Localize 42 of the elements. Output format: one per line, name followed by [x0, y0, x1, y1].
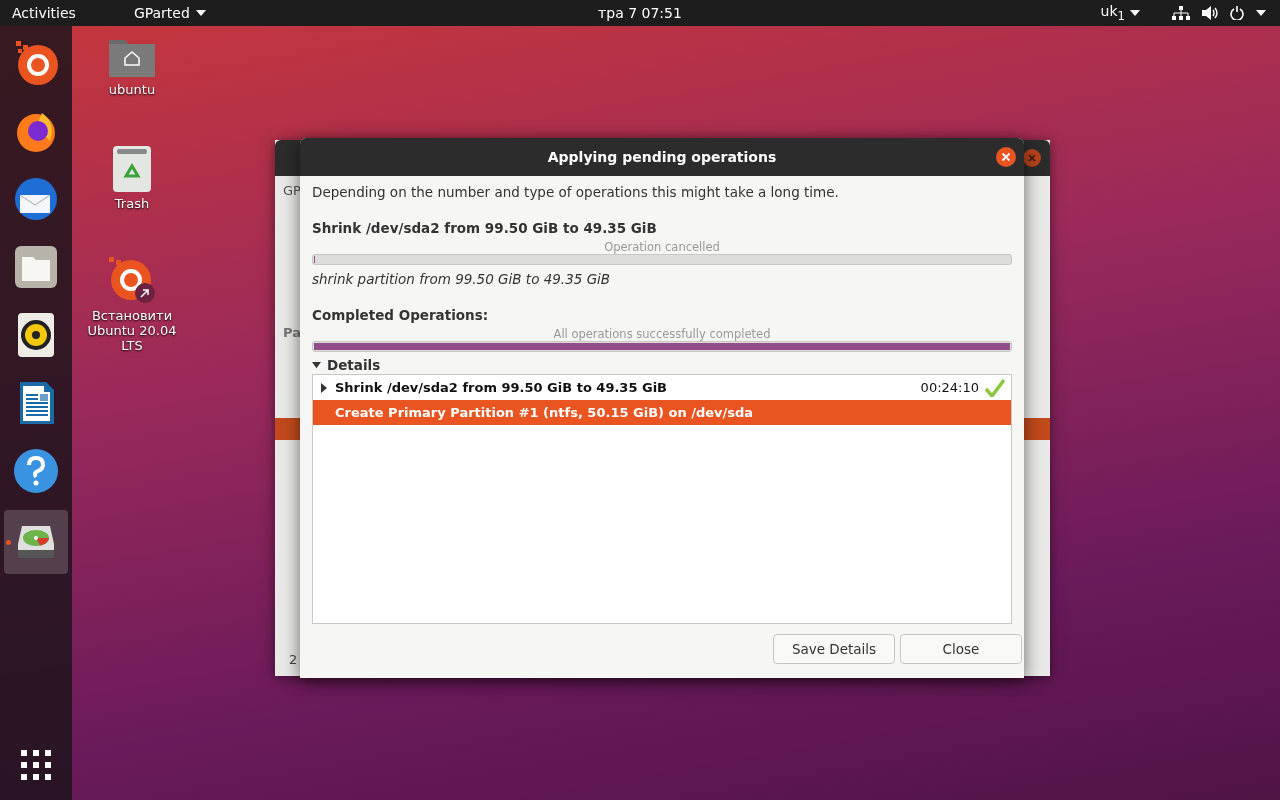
completed-title: Completed Operations:: [312, 307, 490, 323]
dialog-button[interactable]: Save Details: [773, 634, 895, 664]
row-highlight: [275, 418, 300, 440]
show-apps-icon[interactable]: [21, 750, 51, 780]
desktop-icon-label[interactable]: ubuntu: [82, 82, 182, 97]
activities-button[interactable]: Activities: [0, 5, 88, 21]
tree-row[interactable]: Create Primary Partition #1 (ntfs, 50.15 GiB) on /dev/sda: [313, 400, 1011, 425]
help-icon[interactable]: [12, 447, 60, 495]
status-text: 2: [289, 652, 298, 667]
volume-icon[interactable]: [1202, 6, 1218, 20]
clock[interactable]: тра 7 07:51: [598, 5, 682, 21]
menu-label[interactable]: GP: [283, 183, 301, 198]
tree-row[interactable]: Shrink /dev/sda2 from 99.50 GiB to 49.35 GiB 00:24:10: [313, 375, 1011, 400]
panel-label: Pa: [283, 325, 301, 340]
mail-icon[interactable]: [12, 175, 60, 223]
row-highlight: [1024, 418, 1050, 440]
description-text: Depending on the number and type of operations this might take a long time.: [312, 184, 840, 200]
operation-name: Shrink /dev/sda2 from 99.50 GiB to 49.35 GiB: [335, 380, 669, 395]
folder-icon[interactable]: [12, 243, 60, 291]
expander-icon[interactable]: [321, 382, 327, 393]
operation-name: Create Primary Partition #1 (ntfs, 50.15 GiB) on /dev/sda: [335, 405, 755, 420]
desktop-icon-label[interactable]: Trash: [82, 196, 182, 211]
network-icon[interactable]: [1172, 6, 1190, 20]
elapsed-time: 00:24:10: [920, 380, 979, 395]
app-menu[interactable]: GParted: [127, 4, 212, 22]
power-icon[interactable]: [1230, 6, 1244, 20]
installer-icon[interactable]: [107, 256, 157, 304]
caret-icon: [1130, 10, 1140, 16]
keyboard-layout-menu[interactable]: uk$_{1}$: [1094, 2, 1146, 24]
progress-status: Operation cancelled: [603, 240, 721, 254]
details-expander[interactable]: Details: [312, 357, 381, 373]
operation-title: Shrink /dev/sda2 from 99.50 GiB to 49.35 GiB: [312, 220, 658, 236]
desktop-icon-label[interactable]: Встановити Ubuntu 20.04 LTS: [82, 308, 182, 353]
close-icon[interactable]: [996, 147, 1016, 167]
caret-icon: [195, 10, 206, 16]
operation-step: shrink partition from 99.50 GiB to 49.35 GiB: [312, 271, 1012, 287]
trash-icon[interactable]: [113, 146, 151, 192]
dialog-button[interactable]: Close: [900, 634, 1022, 664]
caret-icon[interactable]: [1256, 10, 1266, 16]
progress-status: All operations successfully completed: [552, 327, 772, 341]
dialog-title: Applying pending operations: [547, 149, 777, 165]
caret-icon: [312, 360, 321, 370]
